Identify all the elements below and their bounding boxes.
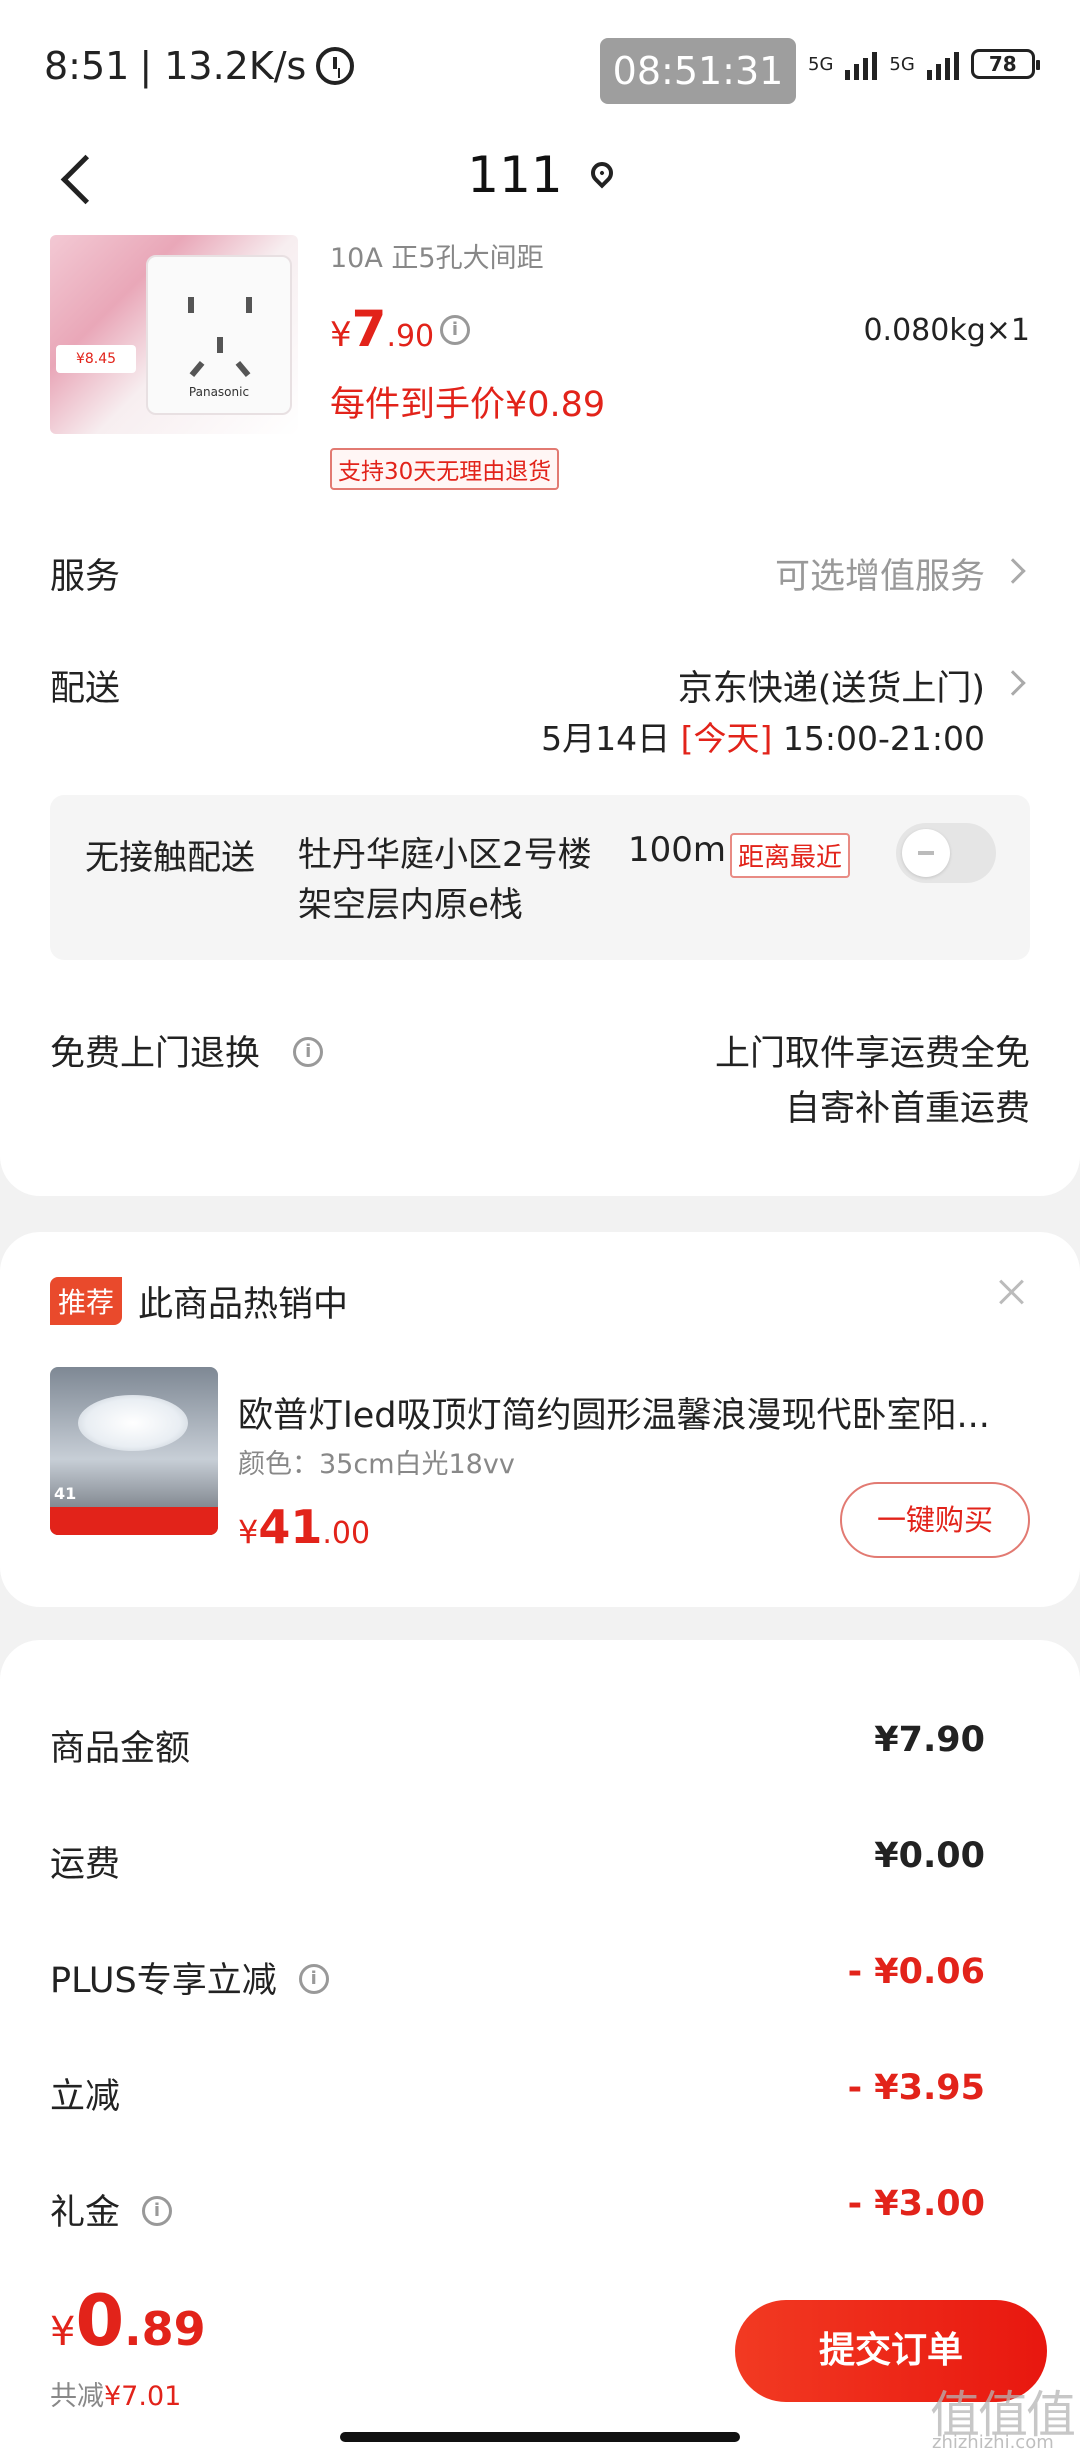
fee-value: ¥7.90	[874, 1720, 985, 1760]
signal-icon-2	[926, 48, 959, 80]
info-icon[interactable]: i	[440, 315, 470, 345]
saved-label: 共减	[50, 2381, 104, 2412]
fee-label-text: 立减	[50, 2077, 121, 2117]
return-policy-badge: 支持30天无理由退货	[330, 448, 560, 490]
status-bar: 8:51 | 13.2K/s 08:51:31 5G 5G 78	[0, 0, 1080, 130]
delivery-date: 5月14日	[541, 719, 671, 758]
recommend-price: ¥41.00	[238, 1500, 370, 1554]
battery-icon: 78	[970, 49, 1040, 79]
signal-icon	[845, 48, 878, 80]
saved-amount: ¥7.01	[104, 2381, 182, 2412]
fee-value: - ¥3.95	[847, 2068, 985, 2108]
network-speed: | 13.2K/s	[139, 44, 307, 88]
fee-label: 商品金额	[50, 1720, 190, 1771]
fee-label: PLUS专享立减 i	[50, 1952, 329, 2003]
fee-label: 运费	[50, 1836, 120, 1887]
one-click-buy-button[interactable]: 一键购买	[840, 1482, 1030, 1558]
page-header: 111	[0, 130, 1080, 230]
recommend-card: 推荐 此商品热销中 41 欧普灯led吸顶灯简约圆形温馨浪漫现代卧室阳... 颜…	[0, 1232, 1080, 1607]
nearest-badge: 距离最近	[730, 833, 851, 878]
image-promo-strip	[50, 1507, 218, 1535]
delivery-method[interactable]: 京东快递(送货上门)	[678, 660, 985, 711]
product-image[interactable]: ¥8.45 Panasonic	[50, 235, 298, 434]
service-chevron-icon[interactable]	[1000, 558, 1026, 584]
delivery-label: 配送	[50, 669, 121, 709]
total-decimal: .89	[124, 2302, 206, 2356]
free-return-label: 免费上门退换 i	[50, 1025, 324, 1076]
total-symbol: ¥	[50, 2309, 76, 2355]
alarm-icon	[316, 47, 355, 85]
watermark-url: zhizhizhi.com	[932, 2432, 1054, 2453]
contactless-toggle[interactable]	[896, 823, 996, 883]
delivery-schedule[interactable]: 5月14日 [今天] 15:00-21:00	[541, 712, 985, 760]
fee-label-text: 运费	[50, 1845, 121, 1885]
price-symbol: ¥	[330, 315, 352, 355]
fee-label-text: 商品金额	[50, 1729, 191, 1769]
info-icon[interactable]: i	[293, 1037, 324, 1067]
status-left: 8:51 | 13.2K/s	[44, 44, 355, 88]
unit-price: 每件到手价¥0.89	[330, 385, 606, 425]
service-label: 服务	[50, 557, 121, 597]
network-label-2: 5G	[889, 53, 915, 75]
service-value[interactable]: 可选增值服务	[775, 548, 985, 599]
price-integer: 41	[258, 1500, 323, 1554]
total-price: ¥0.89	[50, 2280, 206, 2362]
product-image-tag: ¥8.45	[56, 345, 136, 373]
clock-pill: 08:51:31	[600, 38, 796, 104]
fee-label-text: PLUS专享立减	[50, 1961, 277, 2001]
status-time: 8:51	[44, 44, 130, 88]
weight-quantity: 0.080kg×1	[863, 313, 1030, 348]
contactless-label: 无接触配送	[85, 838, 255, 878]
delivery-chevron-icon[interactable]	[1000, 670, 1026, 696]
free-return-line2: 自寄补首重运费	[784, 1089, 1030, 1129]
recommend-product-name[interactable]: 欧普灯led吸顶灯简约圆形温馨浪漫现代卧室阳...	[238, 1387, 1028, 1438]
product-brand: Panasonic	[188, 385, 250, 399]
price-decimal: .90	[386, 319, 435, 354]
fee-label: 立减	[50, 2068, 120, 2119]
price-decimal: .00	[322, 1516, 371, 1551]
contactless-distance: 100m	[628, 830, 727, 870]
page-title: 111	[0, 146, 1080, 204]
total-integer: 0	[75, 2280, 125, 2362]
location-pin-icon[interactable]	[586, 156, 618, 189]
price-integer: 7	[351, 300, 387, 358]
close-icon[interactable]	[994, 1274, 1030, 1310]
price-symbol: ¥	[238, 1513, 259, 1551]
network-label-1: 5G	[808, 53, 834, 75]
total-saved: 共减¥7.01	[50, 2374, 181, 2413]
status-right: 5G 5G 78	[808, 48, 1040, 80]
free-return-text: 免费上门退换	[50, 1034, 261, 1074]
recommend-image-tag: 41	[54, 1484, 77, 1503]
address-title: 111	[467, 146, 563, 204]
lamp-illustration	[78, 1395, 188, 1451]
free-return-line1: 上门取件享运费全免	[714, 1034, 1030, 1074]
socket-illustration: Panasonic	[146, 255, 292, 415]
delivery-time: 15:00-21:00	[782, 719, 985, 758]
contactless-delivery: 无接触配送 牡丹华庭小区2号楼 架空层内原e栈 100m 距离最近	[50, 795, 1030, 960]
product-spec: 10A 正5孔大间距	[330, 243, 544, 274]
recommend-badge: 推荐	[50, 1277, 123, 1325]
recommend-product-spec: 颜色：35cm白光18vv	[238, 1449, 515, 1480]
product-price: ¥7.90	[330, 300, 434, 358]
fee-value: - ¥0.06	[847, 1952, 985, 1992]
info-icon[interactable]: i	[298, 1964, 329, 1994]
info-icon[interactable]: i	[142, 2196, 173, 2226]
recommend-title: 此商品热销中	[138, 1285, 349, 1325]
delivery-today: [今天]	[680, 719, 773, 758]
contactless-address-line2: 架空层内原e栈	[298, 885, 523, 925]
fee-label-text: 礼金	[50, 2193, 121, 2233]
fee-value: ¥0.00	[874, 1836, 985, 1876]
fee-value: - ¥3.00	[847, 2184, 985, 2224]
recommend-product-image[interactable]: 41	[50, 1367, 218, 1535]
home-indicator[interactable]	[340, 2432, 740, 2442]
order-card: ¥8.45 Panasonic 10A 正5孔大间距 ¥7.90 i 0.080…	[0, 230, 1080, 1196]
fee-label: 礼金 i	[50, 2184, 173, 2235]
